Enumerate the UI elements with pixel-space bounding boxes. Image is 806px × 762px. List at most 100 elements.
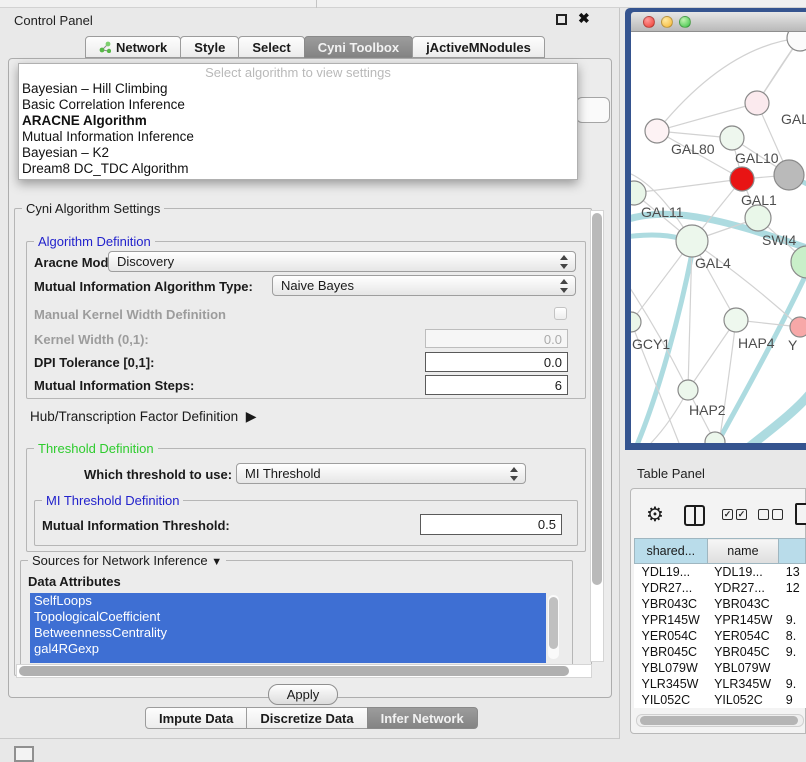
network-node-hap4[interactable] xyxy=(724,308,748,332)
column-header-partial[interactable] xyxy=(779,539,806,564)
network-window-titlebar[interactable] xyxy=(631,12,806,32)
minimize-traffic-light-icon[interactable] xyxy=(661,16,673,28)
deselect-all-checkboxes-icon[interactable] xyxy=(758,509,783,520)
node-table[interactable]: shared...name YDL19...YDL19...13YDR27...… xyxy=(634,538,806,708)
table-cell: 13 xyxy=(779,564,806,580)
network-edge xyxy=(634,179,742,193)
table-row[interactable]: YDR27...YDR27...12 xyxy=(635,580,806,596)
column-header-name[interactable]: name xyxy=(707,539,779,564)
table-cell: YBR043C xyxy=(635,596,708,612)
combo-stepper-icon xyxy=(559,255,568,269)
tab-impute-data[interactable]: Impute Data xyxy=(145,707,247,729)
attribute-item-betweennesscentrality[interactable]: BetweennessCentrality xyxy=(30,625,546,641)
settings-vertical-scrollbar[interactable] xyxy=(590,210,604,662)
table-row[interactable]: YBL079WYBL079W xyxy=(635,660,806,676)
dropdown-item-aracne-algorithm[interactable]: ARACNE Algorithm xyxy=(19,113,577,129)
node-label-gal80: GAL80 xyxy=(671,141,715,157)
mi-type-combobox[interactable]: Naive Bayes xyxy=(272,275,576,296)
mi-threshold-label: Mutual Information Threshold: xyxy=(42,518,230,533)
node-label-hap4: HAP4 xyxy=(738,335,775,351)
tab-style[interactable]: Style xyxy=(180,36,239,58)
network-canvas[interactable]: GALGAL80GAL10GAL1GAL11SWI4GAL4GCY1HAP4YH… xyxy=(631,32,806,443)
manual-kernel-checkbox[interactable] xyxy=(554,307,567,320)
network-node-gal4[interactable] xyxy=(676,225,708,257)
tab-infer-network[interactable]: Infer Network xyxy=(367,707,478,729)
network-node-hap2[interactable] xyxy=(678,380,698,400)
table-row[interactable]: YER054CYER054C8. xyxy=(635,628,806,644)
tab-jactivemnodules[interactable]: jActiveMNodules xyxy=(412,36,545,58)
algorithm-dropdown-list: Bayesian – Hill ClimbingBasic Correlatio… xyxy=(19,81,577,177)
gear-icon[interactable]: ⚙ xyxy=(646,502,664,527)
control-panel-title: Control Panel xyxy=(14,13,93,28)
network-node-salmon[interactable] xyxy=(790,317,806,337)
column-header-shared[interactable]: shared... xyxy=(635,539,708,564)
dropdown-item-mutual-information-inference[interactable]: Mutual Information Inference xyxy=(19,129,577,145)
tab-network[interactable]: Network xyxy=(85,36,181,58)
combo-stepper-icon xyxy=(559,279,568,293)
network-node-gal1[interactable] xyxy=(745,205,771,231)
select-all-checkboxes-icon[interactable]: ✓✓ xyxy=(722,509,747,520)
hub-definition-toggle[interactable]: Hub/Transcription Factor Definition ▶ xyxy=(30,408,257,425)
data-attributes-list[interactable]: SelfLoopsTopologicalCoefficientBetweenne… xyxy=(30,593,546,663)
table-cell xyxy=(779,660,806,676)
network-edge xyxy=(657,103,757,131)
algorithm-definition-title: Algorithm Definition xyxy=(34,234,155,249)
tab-cyni-toolbox[interactable]: Cyni Toolbox xyxy=(304,36,413,58)
table-cell: YLR345W xyxy=(707,676,779,692)
table-cell: YBR045C xyxy=(707,644,779,660)
dropdown-item-bayesian-k2[interactable]: Bayesian – K2 xyxy=(19,145,577,161)
table-row[interactable]: YBR043CYBR043C xyxy=(635,596,806,612)
table-cell: YIL052C xyxy=(707,692,779,708)
float-window-icon[interactable] xyxy=(556,14,567,25)
network-node-red[interactable] xyxy=(730,167,754,191)
cyni-settings-group-title: Cyni Algorithm Settings xyxy=(22,201,164,216)
tab-discretize-data[interactable]: Discretize Data xyxy=(246,707,367,729)
sources-title-text: Sources for Network Inference xyxy=(32,553,208,568)
mi-threshold-field[interactable]: 0.5 xyxy=(420,514,562,535)
table-row[interactable]: YLR345WYLR345W9. xyxy=(635,676,806,692)
attributes-list-scrollbar[interactable] xyxy=(548,595,559,659)
table-row[interactable]: YIL052CYIL052C9 xyxy=(635,692,806,708)
aracne-mode-combobox[interactable]: Discovery xyxy=(108,251,576,272)
network-node-pink[interactable] xyxy=(745,91,769,115)
dropdown-item-bayesian-hill-climbing[interactable]: Bayesian – Hill Climbing xyxy=(19,81,577,97)
attribute-item-topologicalcoefficient[interactable]: TopologicalCoefficient xyxy=(30,609,546,625)
table-cell: 9 xyxy=(779,692,806,708)
table-cell: 9. xyxy=(779,644,806,660)
table-cell: YDL19... xyxy=(635,564,708,580)
table-cell: YIL052C xyxy=(635,692,708,708)
settings-horizontal-scrollbar[interactable] xyxy=(16,664,592,678)
network-node-top[interactable] xyxy=(787,32,806,51)
node-label-swi4: SWI4 xyxy=(762,232,796,248)
attribute-item-gal4rgexp[interactable]: gal4RGexp xyxy=(30,641,546,657)
minimized-panel-chip[interactable] xyxy=(14,746,34,762)
table-row[interactable]: YPR145WYPR145W9. xyxy=(635,612,806,628)
table-row[interactable]: YBR045CYBR045C9. xyxy=(635,644,806,660)
network-node-swi4[interactable] xyxy=(791,246,806,278)
attribute-item-selfloops[interactable]: SelfLoops xyxy=(30,593,546,609)
dpi-tolerance-field[interactable]: 0.0 xyxy=(425,352,568,372)
network-graph: GALGAL80GAL10GAL1GAL11SWI4GAL4GCY1HAP4YH… xyxy=(631,32,806,443)
apply-button[interactable]: Apply xyxy=(268,684,338,705)
network-node-gal80[interactable] xyxy=(645,119,669,143)
sources-group-title[interactable]: Sources for Network Inference ▼ xyxy=(28,553,226,568)
network-node-gal10[interactable] xyxy=(720,126,744,150)
which-threshold-combobox[interactable]: MI Threshold xyxy=(236,463,526,484)
close-icon[interactable]: ✖ xyxy=(578,10,590,27)
dropdown-item-basic-correlation-inference[interactable]: Basic Correlation Inference xyxy=(19,97,577,113)
table-cell: YDL19... xyxy=(707,564,779,580)
kernel-width-field[interactable]: 0.0 xyxy=(425,329,568,348)
split-columns-icon[interactable] xyxy=(684,505,705,526)
attribute-item-partial[interactable] xyxy=(30,657,546,663)
tab-select[interactable]: Select xyxy=(238,36,304,58)
table-row[interactable]: YDL19...YDL19...13 xyxy=(635,564,806,580)
table-cell: YER054C xyxy=(635,628,708,644)
network-node-gcy1[interactable] xyxy=(631,312,641,332)
table-horizontal-scrollbar[interactable] xyxy=(636,714,804,727)
dropdown-item-dream8-dc-tdc-algorithm[interactable]: Dream8 DC_TDC Algorithm xyxy=(19,161,577,177)
mi-steps-field[interactable]: 6 xyxy=(425,375,568,395)
zoom-traffic-light-icon[interactable] xyxy=(679,16,691,28)
document-icon[interactable] xyxy=(795,503,806,525)
tab-label: Impute Data xyxy=(159,708,233,729)
close-traffic-light-icon[interactable] xyxy=(643,16,655,28)
